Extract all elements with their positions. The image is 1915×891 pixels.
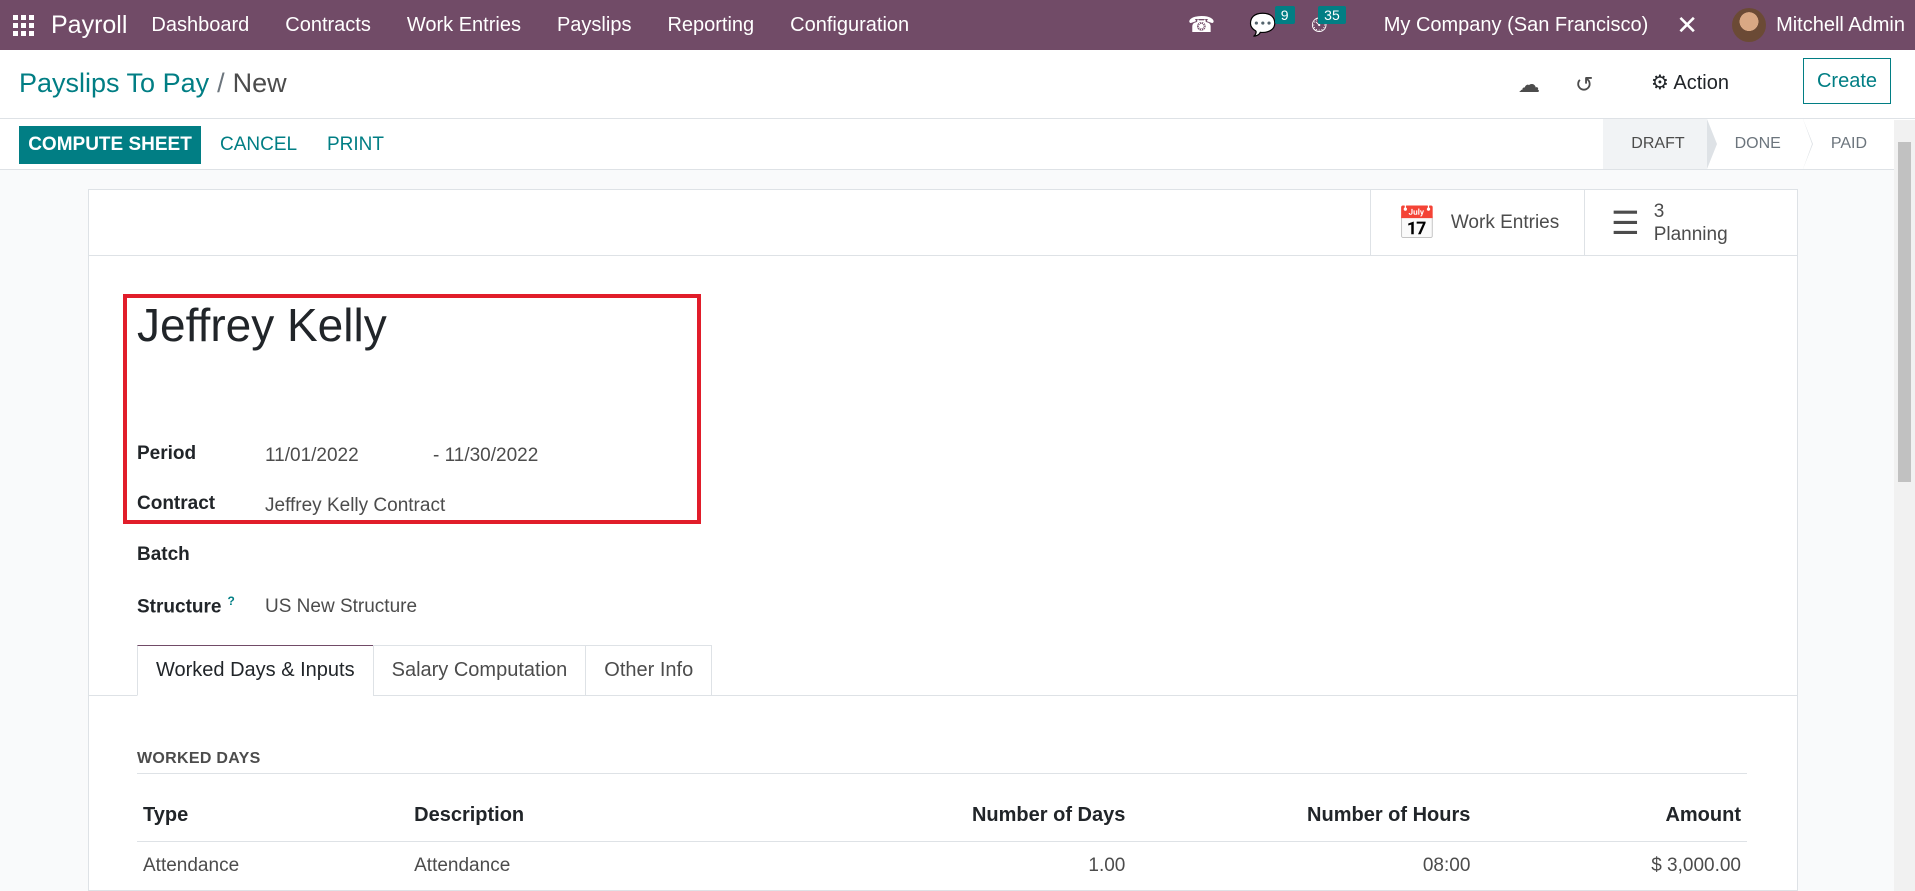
worked-days-table: Type Description Number of Days Number o… — [137, 791, 1747, 891]
menu-dashboard[interactable]: Dashboard — [151, 14, 249, 37]
app-brand[interactable]: Payroll — [51, 11, 127, 40]
messages-badge: 9 — [1274, 6, 1295, 24]
tab-worked-days-inputs[interactable]: Worked Days & Inputs — [137, 645, 374, 696]
phone-icon[interactable]: ☎ — [1188, 12, 1215, 38]
action-menu[interactable]: ⚙ Action — [1651, 70, 1729, 95]
compute-sheet-button[interactable]: COMPUTE SHEET — [19, 126, 201, 164]
structure-label-text: Structure — [137, 596, 222, 618]
col-type-header[interactable]: Type — [137, 791, 409, 842]
control-panel: Payslips To Pay / New ☁ ↺ ⚙ Action Create … — [0, 50, 1915, 170]
vertical-scrollbar[interactable] — [1894, 120, 1915, 891]
table-header-row: Type Description Number of Days Number o… — [137, 791, 1747, 842]
gear-icon: ⚙ — [1651, 72, 1669, 94]
period-label: Period — [137, 443, 197, 464]
user-avatar[interactable] — [1732, 8, 1767, 42]
status-bar: DRAFT DONE PAID — [1603, 119, 1889, 169]
col-hours-header[interactable]: Number of Hours — [1131, 791, 1477, 842]
contract-field[interactable]: Jeffrey Kelly Contract — [265, 495, 445, 517]
work-entries-label: Work Entries — [1450, 212, 1560, 233]
status-draft-label: DRAFT — [1631, 135, 1685, 152]
employee-name[interactable]: Jeffrey Kelly — [137, 298, 387, 352]
status-done-label: DONE — [1734, 135, 1781, 152]
form-sheet: 📅 Work Entries ☰ 3 Planning Jeffrey Kell… — [88, 189, 1798, 891]
create-button[interactable]: Create — [1803, 58, 1891, 104]
status-draft[interactable]: DRAFT — [1603, 119, 1717, 169]
company-switcher[interactable]: My Company (San Francisco) — [1384, 14, 1649, 37]
planning-count: 3 — [1653, 201, 1665, 222]
menu-work-entries[interactable]: Work Entries — [407, 14, 521, 37]
period-from-field[interactable]: 11/01/2022 — [265, 445, 359, 467]
breadcrumb-current: New — [232, 68, 287, 98]
batch-field[interactable] — [265, 544, 565, 568]
discard-icon[interactable]: ↺ — [1575, 72, 1593, 98]
scrollbar-thumb[interactable] — [1898, 142, 1911, 482]
planning-stat: 3 Planning — [1654, 200, 1728, 246]
calendar-icon: 📅 — [1397, 205, 1437, 241]
col-days-header[interactable]: Number of Days — [778, 791, 1132, 842]
cancel-button[interactable]: CANCEL — [220, 134, 297, 156]
save-cloud-icon[interactable]: ☁ — [1518, 72, 1540, 98]
messages-icon[interactable]: 💬 9 — [1249, 6, 1295, 38]
breadcrumb-parent[interactable]: Payslips To Pay — [19, 68, 209, 98]
table-row[interactable]: Attendance Attendance 1.00 08:00 $ 3,000… — [137, 841, 1747, 891]
top-navbar: Payroll Dashboard Contracts Work Entries… — [0, 0, 1915, 50]
col-description-header[interactable]: Description — [408, 791, 779, 842]
menu-contracts[interactable]: Contracts — [285, 14, 371, 37]
activities-badge: 35 — [1318, 6, 1346, 24]
debug-tools-icon[interactable]: ✕ — [1676, 10, 1698, 41]
menu-reporting[interactable]: Reporting — [667, 14, 754, 37]
notebook-tabs: Worked Days & Inputs Salary Computation … — [137, 645, 713, 696]
contract-label: Contract — [137, 493, 216, 514]
breadcrumb-separator: / — [217, 68, 225, 98]
batch-label: Batch — [137, 544, 190, 565]
user-menu[interactable]: Mitchell Admin — [1776, 14, 1905, 37]
help-tooltip-icon[interactable]: ? — [227, 594, 234, 608]
menu-payslips[interactable]: Payslips — [557, 14, 631, 37]
list-bars-icon: ☰ — [1611, 205, 1640, 241]
tab-salary-computation[interactable]: Salary Computation — [372, 645, 587, 696]
status-paid[interactable]: PAID — [1803, 119, 1889, 169]
status-paid-label: PAID — [1830, 135, 1867, 152]
planning-smart-button[interactable]: ☰ 3 Planning — [1584, 190, 1797, 256]
action-label: Action — [1673, 72, 1729, 94]
activities-icon[interactable]: ⏲ 35 — [1311, 6, 1346, 38]
breadcrumb: Payslips To Pay / New — [19, 68, 287, 99]
status-done[interactable]: DONE — [1707, 119, 1813, 169]
col-amount-header[interactable]: Amount — [1476, 791, 1747, 842]
period-to-field[interactable]: - 11/30/2022 — [433, 445, 538, 467]
worked-days-title: WORKED DAYS — [137, 750, 261, 767]
cell-description[interactable]: Attendance — [408, 841, 779, 891]
smart-button-box: 📅 Work Entries ☰ 3 Planning — [89, 190, 1797, 256]
section-divider — [137, 773, 1747, 774]
work-entries-smart-button[interactable]: 📅 Work Entries — [1370, 190, 1585, 256]
planning-label: Planning — [1653, 224, 1728, 245]
structure-label: Structure? — [137, 594, 235, 618]
apps-menu-icon[interactable] — [12, 14, 34, 36]
menu-configuration[interactable]: Configuration — [790, 14, 909, 37]
tab-other-info[interactable]: Other Info — [585, 645, 713, 696]
print-button[interactable]: PRINT — [327, 134, 384, 156]
cell-hours[interactable]: 08:00 — [1131, 841, 1477, 891]
cell-amount[interactable]: $ 3,000.00 — [1476, 841, 1747, 891]
structure-field[interactable]: US New Structure — [265, 596, 417, 618]
cell-type[interactable]: Attendance — [137, 841, 409, 891]
cell-days[interactable]: 1.00 — [778, 841, 1132, 891]
